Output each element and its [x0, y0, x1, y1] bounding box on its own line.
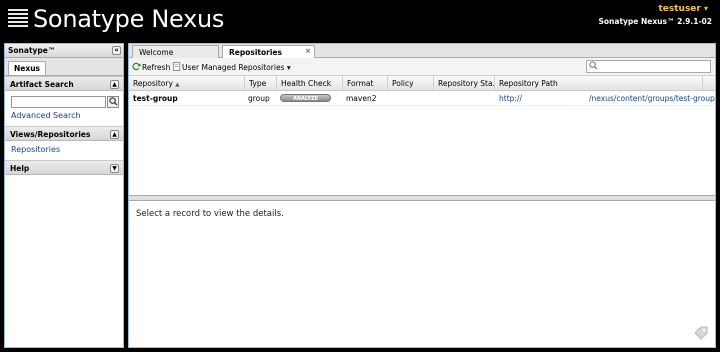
tab-label: Repositories: [229, 48, 282, 57]
refresh-label: Refresh: [142, 63, 171, 72]
advanced-search-link[interactable]: Advanced Search: [11, 111, 117, 120]
column-label: Repository: [133, 79, 173, 88]
chevron-down-icon: ▾: [286, 63, 291, 72]
app-title: Sonatype Nexus: [33, 5, 225, 33]
artifact-search-header[interactable]: Artifact Search ▲: [5, 76, 123, 91]
tab-repositories[interactable]: Repositories ×: [222, 45, 315, 59]
sidebar: Sonatype™ « Nexus Artifact Search ▲ Adva…: [4, 43, 124, 348]
grid-header: Repository ▲ Type Health Check Format Po…: [129, 76, 715, 91]
nexus-logo-icon: [8, 9, 28, 29]
repositories-toolbar: Refresh User Managed Repositories ▾: [129, 58, 715, 76]
detail-panel: Select a record to view the details.: [129, 201, 715, 347]
column-policy[interactable]: Policy: [388, 76, 434, 91]
repository-path-link[interactable]: http://: [499, 94, 522, 103]
app-header: Sonatype Nexus testuser ▾ Sonatype Nexus…: [0, 0, 720, 40]
sidebar-tabbar: Nexus: [5, 58, 123, 76]
collapse-icon[interactable]: ▲: [110, 80, 119, 89]
main-tabstrip: Welcome Repositories ×: [129, 44, 715, 59]
repositories-link[interactable]: Repositories: [11, 145, 117, 154]
document-icon: [172, 62, 181, 71]
column-format[interactable]: Format: [343, 76, 388, 91]
refresh-button[interactable]: Refresh: [132, 62, 170, 72]
section-title: Views/Repositories: [10, 130, 91, 139]
user-menu[interactable]: testuser ▾: [658, 4, 708, 14]
cell-format: maven2: [346, 94, 377, 103]
main-panel: Welcome Repositories × Refresh User Mana…: [128, 43, 716, 348]
artifact-search-input[interactable]: [11, 96, 106, 108]
column-label: Repository Path: [499, 79, 558, 88]
artifact-search-body: Advanced Search: [5, 91, 123, 124]
cell-repository: test-group: [133, 94, 178, 103]
collapse-icon[interactable]: ▲: [110, 130, 119, 139]
tab-label: Welcome: [139, 48, 174, 57]
column-label: Type: [249, 79, 267, 88]
expand-icon[interactable]: ▼: [110, 164, 119, 173]
views-repositories-header[interactable]: Views/Repositories ▲: [5, 126, 123, 141]
user-managed-label: User Managed Repositories: [182, 63, 285, 72]
user-managed-repositories-button[interactable]: User Managed Repositories ▾: [172, 62, 291, 72]
section-title: Help: [10, 164, 30, 173]
column-label: Policy: [392, 79, 414, 88]
column-label: Format: [347, 79, 374, 88]
version-label: Sonatype Nexus™ 2.9.1-02: [598, 17, 712, 26]
column-label: Health Check: [281, 79, 332, 88]
cell-type: group: [248, 94, 270, 103]
close-icon[interactable]: ×: [305, 47, 311, 55]
sidebar-title-bar: Sonatype™ «: [5, 44, 123, 58]
detail-message: Select a record to view the details.: [136, 209, 284, 219]
repository-path-link-suffix[interactable]: /nexus/content/groups/test-group: [589, 94, 715, 103]
section-title: Artifact Search: [10, 80, 74, 89]
collapse-sidebar-button[interactable]: «: [112, 46, 121, 55]
column-label: Repository Sta...: [438, 79, 495, 88]
refresh-icon: [132, 62, 141, 71]
table-row[interactable]: test-group group ANALYZE maven2 http:// …: [129, 91, 715, 106]
sort-asc-icon: ▲: [175, 82, 180, 88]
views-repositories-body: Repositories: [5, 141, 123, 158]
analyze-button[interactable]: ANALYZE: [280, 94, 331, 102]
column-repository[interactable]: Repository ▲: [129, 76, 245, 91]
chevron-down-icon: ▾: [703, 4, 708, 13]
tag-icon: [694, 326, 708, 340]
column-repository-path[interactable]: Repository Path: [495, 76, 703, 91]
column-type[interactable]: Type: [245, 76, 277, 91]
column-repository-status[interactable]: Repository Sta...: [434, 76, 495, 91]
sidebar-title: Sonatype™: [8, 46, 56, 55]
help-header[interactable]: Help ▼: [5, 160, 123, 175]
user-name: testuser: [658, 4, 701, 14]
search-icon[interactable]: [107, 96, 119, 108]
search-icon: [589, 61, 598, 72]
column-health-check[interactable]: Health Check: [277, 76, 343, 91]
tab-nexus[interactable]: Nexus: [8, 61, 47, 75]
tab-welcome[interactable]: Welcome: [132, 45, 219, 58]
filter-input[interactable]: [586, 60, 711, 73]
